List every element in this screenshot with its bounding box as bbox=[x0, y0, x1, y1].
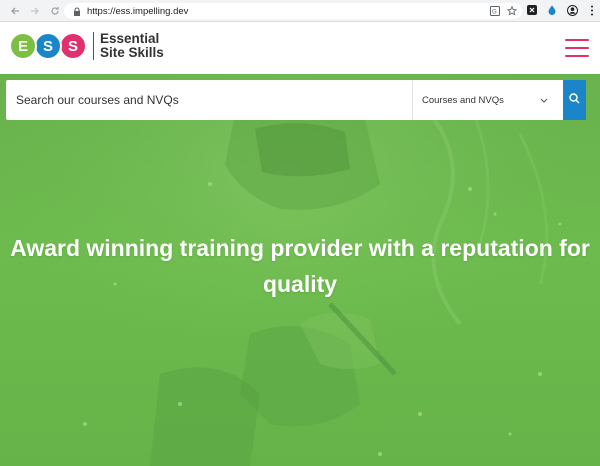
url-text: https://ess.impelling.dev bbox=[87, 5, 189, 17]
browser-toolbar: https://ess.impelling.dev G bbox=[0, 0, 600, 22]
course-search-form: Courses and NVQs bbox=[6, 80, 586, 120]
logo-badge-s-second: S bbox=[59, 32, 87, 60]
hero-banner: Courses and NVQs Award winning training … bbox=[0, 74, 600, 466]
logo-badge-s: S bbox=[34, 32, 62, 60]
course-type-selected: Courses and NVQs bbox=[422, 94, 504, 106]
chevron-down-icon bbox=[540, 96, 548, 105]
site-logo[interactable]: E S S Essential Site Skills bbox=[9, 32, 164, 60]
course-type-select[interactable]: Courses and NVQs bbox=[412, 80, 557, 120]
logo-wordmark: Essential Site Skills bbox=[100, 32, 164, 60]
more-menu-icon[interactable] bbox=[586, 4, 598, 16]
extension-drop-icon[interactable] bbox=[546, 4, 558, 16]
logo-line-1: Essential bbox=[100, 31, 160, 46]
lock-icon bbox=[72, 6, 82, 16]
search-button[interactable] bbox=[563, 80, 586, 120]
extension-x-icon[interactable] bbox=[526, 4, 538, 16]
address-bar[interactable]: https://ess.impelling.dev G bbox=[64, 3, 522, 19]
search-icon bbox=[569, 91, 580, 109]
translate-icon[interactable]: G bbox=[489, 5, 501, 17]
hamburger-menu-icon[interactable] bbox=[565, 39, 589, 57]
search-input[interactable] bbox=[6, 80, 412, 120]
back-icon[interactable] bbox=[8, 4, 22, 18]
logo-line-2: Site Skills bbox=[100, 45, 164, 60]
forward-icon[interactable] bbox=[28, 4, 42, 18]
hero-title: Award winning training provider with a r… bbox=[10, 235, 590, 297]
svg-text:G: G bbox=[492, 10, 497, 16]
profile-icon[interactable] bbox=[566, 4, 578, 16]
reload-icon[interactable] bbox=[48, 4, 62, 18]
bookmark-star-icon[interactable] bbox=[506, 5, 518, 17]
logo-divider bbox=[93, 32, 94, 60]
logo-badge-e: E bbox=[9, 32, 37, 60]
site-header: E S S Essential Site Skills bbox=[0, 22, 600, 74]
